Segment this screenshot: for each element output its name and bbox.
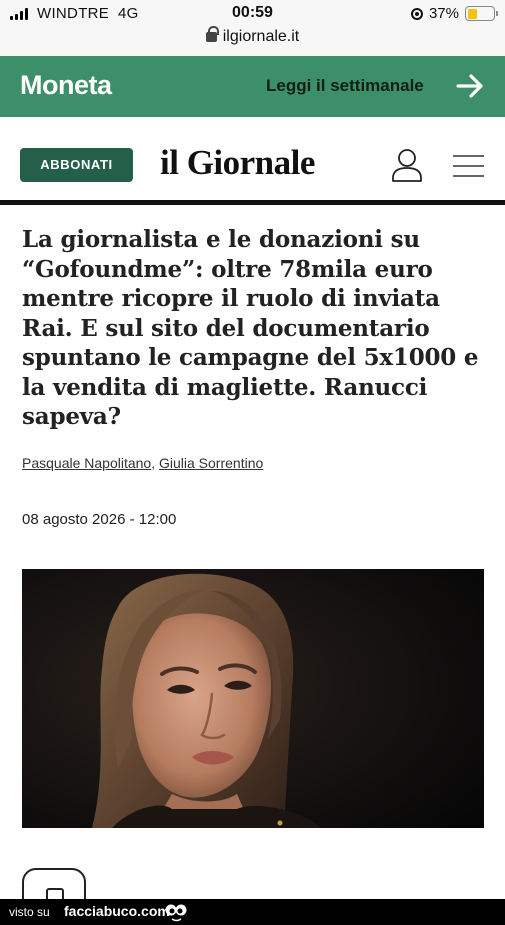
author-separator: , [151,455,156,471]
lock-icon [205,26,219,42]
url-text: ilgiornale.it [222,28,300,45]
portrait-image [22,569,484,828]
arrow-right-icon[interactable] [455,71,485,101]
battery-icon [465,6,498,21]
eyes-logo-icon [165,904,187,922]
article-date: 08 agosto 2026 - 12:00 [22,511,177,528]
status-right: 37% [410,5,498,22]
promo-banner[interactable]: Moneta Leggi il settimanale [0,56,505,117]
promo-brand: Moneta [20,70,112,100]
article-hero-image [22,569,484,828]
subscribe-button[interactable]: ABBONATI [20,148,133,182]
status-bar: WINDTRE 4G 00:59 ilgiornale.it 37% [0,0,505,56]
header-divider [0,200,505,205]
site-header: ABBONATI il Giornale [0,117,505,203]
site-logo[interactable]: il Giornale [160,143,315,183]
author-link[interactable]: Giulia Sorrentino [159,455,263,471]
author-link[interactable]: Pasquale Napolitano [22,455,151,471]
user-icon[interactable] [391,148,423,182]
watermark-bar: visto su facciabuco.com [0,899,505,925]
hamburger-menu-icon[interactable] [453,154,484,178]
article-headline: La giornalista e le donazioni su “Gofoun… [22,226,479,430]
address-bar[interactable]: ilgiornale.it [0,26,505,46]
watermark-prefix: visto su [9,905,50,919]
promo-cta-link[interactable]: Leggi il settimanale [266,76,424,96]
orientation-lock-icon [410,7,423,20]
battery-percent: 37% [428,5,459,22]
watermark-site: facciabuco.com [64,903,170,919]
article-authors: Pasquale Napolitano, Giulia Sorrentino [22,455,263,471]
